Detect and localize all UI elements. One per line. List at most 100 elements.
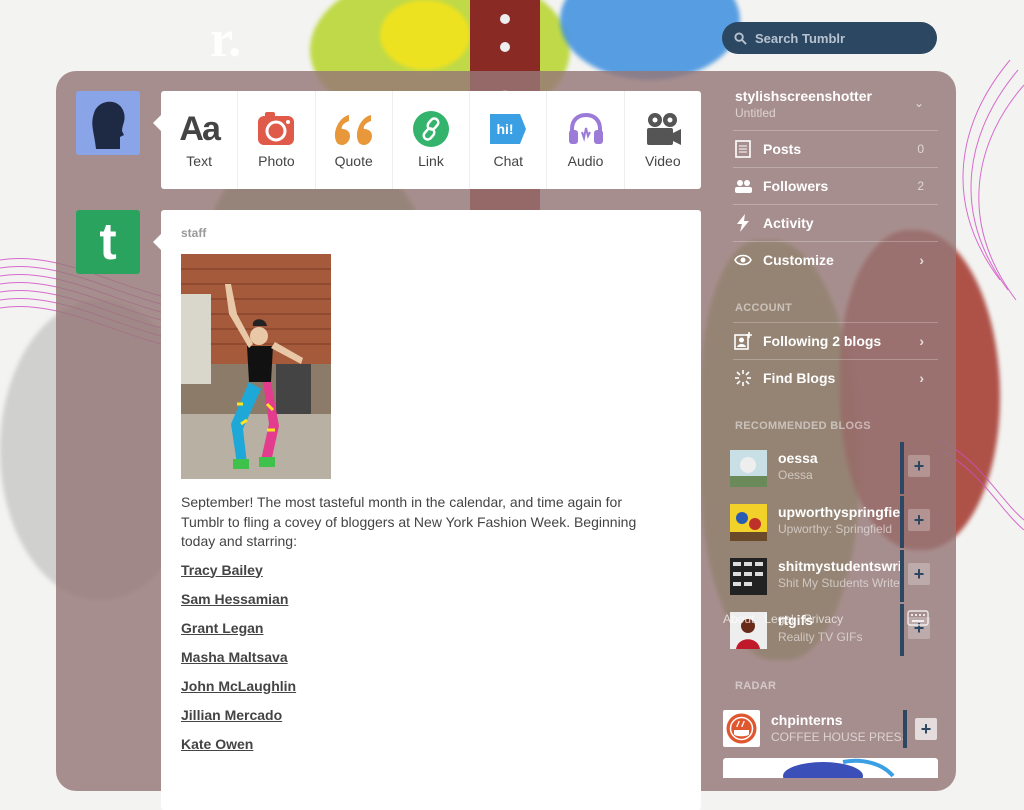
blogger-link[interactable]: Jillian Mercado [181, 707, 681, 723]
video-camera-icon [646, 113, 681, 145]
blog-name: stylishscreenshotter [735, 88, 872, 104]
footer-links: About Legal Privacy [723, 612, 843, 626]
blogger-list: Tracy Bailey Sam Hessamian Grant Legan M… [181, 562, 681, 752]
footer-link-legal[interactable]: Legal [764, 612, 793, 626]
blog-avatar [730, 558, 767, 595]
blog-description: Reality TV GIFs [778, 630, 863, 644]
sidebar-item-activity[interactable]: Activity [733, 204, 938, 241]
post-type-label: Photo [258, 153, 295, 169]
sidebar-item-label: Posts [763, 141, 802, 157]
post-type-chat-button[interactable]: hi! Chat [470, 91, 548, 189]
post-type-link-button[interactable]: Link [393, 91, 471, 189]
follow-button[interactable]: + [908, 563, 930, 585]
sidebar-item-followers[interactable]: Followers 2 [733, 167, 938, 204]
sidebar-item-label: Find Blogs [763, 370, 836, 386]
user-avatar[interactable] [76, 91, 140, 155]
sidebar-item-label: Customize [763, 252, 834, 268]
chevron-right-icon: › [919, 333, 924, 349]
post-body: September! The most tasteful month in th… [181, 494, 637, 549]
post-photo[interactable] [181, 254, 331, 479]
recommended-blog[interactable]: shitmystudentswrite Shit My Students Wri… [728, 550, 938, 602]
post-type-text-button[interactable]: Aa Text [161, 91, 239, 189]
following-icon [733, 331, 753, 351]
post-pointer [153, 234, 161, 250]
post-type-quote-button[interactable]: Quote [316, 91, 393, 189]
blogger-link[interactable]: Tracy Bailey [181, 562, 681, 578]
blog-name: chpinterns [771, 712, 843, 728]
post-type-label: Text [186, 153, 212, 169]
sidebar-item-customize[interactable]: Customize › [733, 241, 938, 278]
chevron-right-icon: › [919, 370, 924, 386]
post-type-label: Audio [567, 153, 604, 169]
tumblr-logo[interactable]: r. [210, 10, 241, 69]
posts-icon [733, 139, 753, 159]
keyboard-icon[interactable] [907, 610, 929, 626]
eye-icon [733, 250, 753, 270]
blogger-link[interactable]: Kate Owen [181, 736, 681, 752]
post-type-bar: Aa Text Photo Quote Link hi! Chat Audio … [161, 91, 701, 189]
blogger-link[interactable]: Masha Maltsava [181, 649, 681, 665]
search-input[interactable]: Search Tumblr [722, 22, 937, 54]
blogger-link[interactable]: Grant Legan [181, 620, 681, 636]
post-type-label: Chat [493, 153, 524, 169]
follow-button[interactable]: + [908, 509, 930, 531]
radar-post-preview[interactable] [723, 758, 938, 778]
blog-description: Upworthy: Springfield [778, 522, 893, 536]
text-icon: Aa [179, 109, 220, 148]
sidebar-item-posts[interactable]: Posts 0 [733, 130, 938, 167]
link-icon [412, 111, 449, 147]
post-type-photo-button[interactable]: Photo [238, 91, 316, 189]
recommended-blog[interactable]: oessa Oessa + [728, 442, 938, 494]
quote-icon [334, 115, 372, 145]
account-heading: ACCOUNT [735, 302, 793, 314]
follow-button[interactable]: + [915, 718, 937, 740]
blog-description: Shit My Students Write [778, 576, 900, 590]
followers-icon [733, 176, 753, 196]
search-placeholder: Search Tumblr [755, 30, 846, 46]
sidebar-item-label: Following 2 blogs [763, 333, 882, 349]
post-author[interactable]: staff [181, 226, 681, 240]
chevron-down-icon: ⌄ [913, 96, 924, 110]
sidebar-item-label: Followers [763, 178, 829, 194]
blogger-link[interactable]: John McLaughlin [181, 678, 681, 694]
svg-text:hi!: hi! [497, 121, 514, 137]
lightning-icon [733, 213, 753, 233]
staff-avatar[interactable]: t [76, 210, 140, 274]
blog-avatar [730, 504, 767, 541]
recommended-heading: RECOMMENDED BLOGS [735, 420, 871, 432]
camera-icon [258, 112, 295, 145]
followers-count: 2 [917, 179, 924, 193]
follow-button[interactable]: + [908, 455, 930, 477]
post-type-label: Quote [334, 153, 373, 169]
posts-count: 0 [917, 142, 924, 156]
post-type-label: Video [645, 153, 681, 169]
blog-name: oessa [778, 450, 818, 466]
blog-avatar [730, 450, 767, 487]
blog-description: Oessa [778, 468, 813, 482]
blog-name: upworthyspringfield [778, 504, 904, 520]
chevron-right-icon: › [919, 252, 924, 268]
radar-heading: RADAR [735, 680, 777, 692]
post-type-label: Link [418, 153, 444, 169]
post-card: staff September! The most tasteful month… [161, 210, 701, 810]
footer-link-privacy[interactable]: Privacy [804, 612, 843, 626]
sidebar-item-following[interactable]: Following 2 blogs › [733, 322, 938, 359]
chat-icon: hi! [490, 114, 527, 144]
post-types-pointer [153, 115, 161, 131]
headphones-icon [568, 112, 603, 144]
blog-subtitle: Untitled [735, 106, 776, 120]
blogger-link[interactable]: Sam Hessamian [181, 591, 681, 607]
blog-name: shitmystudentswrite [778, 558, 904, 574]
sidebar-item-find-blogs[interactable]: Find Blogs › [733, 359, 938, 396]
silhouette-icon [76, 91, 140, 155]
search-icon [734, 31, 747, 45]
blog-description: COFFEE HOUSE PRESS [771, 730, 906, 744]
footer-link-about[interactable]: About [723, 612, 754, 626]
blog-avatar [723, 710, 760, 747]
find-blogs-icon [733, 368, 753, 388]
post-type-audio-button[interactable]: Audio [547, 91, 625, 189]
recommended-blog[interactable]: upworthyspringfield Upworthy: Springfiel… [728, 496, 938, 548]
radar-blog[interactable]: chpinterns COFFEE HOUSE PRESS + [723, 710, 938, 748]
post-type-video-button[interactable]: Video [625, 91, 701, 189]
sidebar-item-label: Activity [763, 215, 814, 231]
